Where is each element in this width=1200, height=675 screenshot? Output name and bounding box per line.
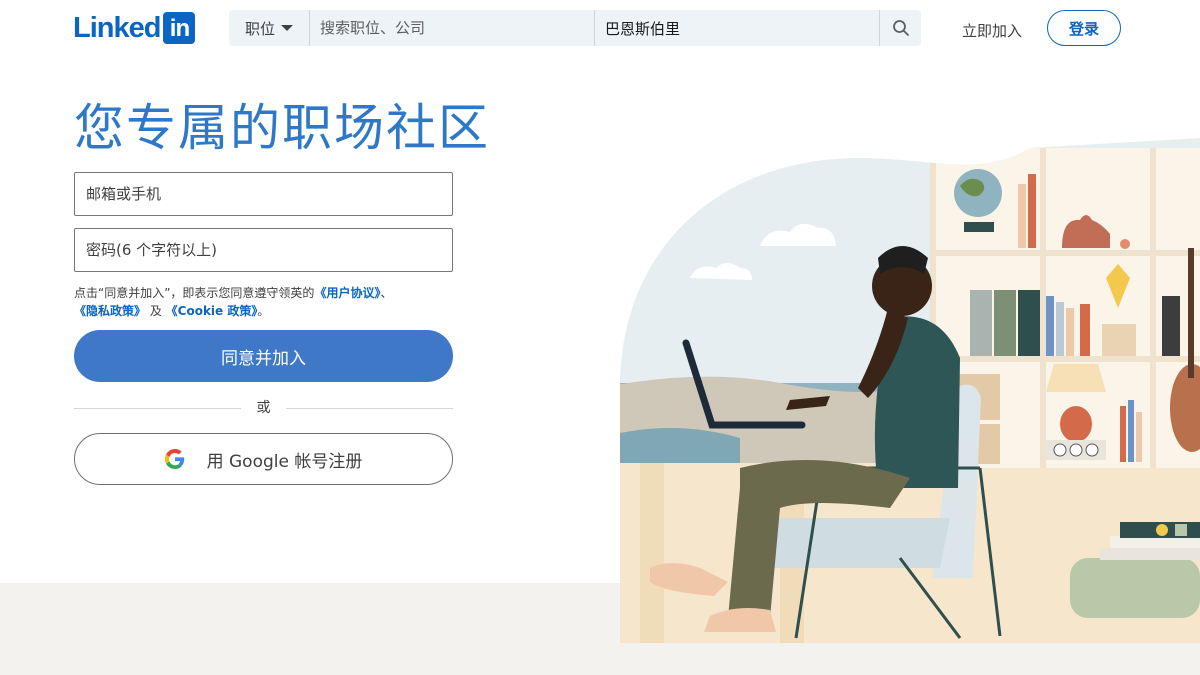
chair-seat: [750, 518, 950, 568]
or-label: 或: [256, 400, 271, 416]
search-button[interactable]: [880, 10, 921, 46]
linkedin-logo[interactable]: Linked in: [73, 11, 196, 44]
terms-and: 及: [146, 304, 166, 318]
cookie-policy-link[interactable]: 《Cookie 政策》: [166, 304, 258, 318]
keyword-search-input[interactable]: [320, 10, 590, 46]
join-now-link[interactable]: 立即加入: [962, 20, 1022, 41]
page-headline: 您专属的职场社区: [74, 99, 490, 157]
header: Linked in 职位 立即加入 登录: [0, 0, 1200, 56]
sign-in-button[interactable]: 登录: [1047, 10, 1121, 46]
logo-box: in: [163, 12, 196, 44]
search-icon: [892, 20, 909, 36]
job-search-bar: 职位: [229, 10, 921, 46]
password-field[interactable]: [74, 228, 453, 272]
terms-end: 。: [257, 304, 270, 318]
google-signup-button[interactable]: 用 Google 帐号注册: [74, 433, 453, 485]
user-agreement-link[interactable]: 《用户协议》: [314, 286, 380, 300]
privacy-policy-link[interactable]: 《隐私政策》: [74, 304, 146, 318]
terms-text: 点击“同意并加入”，即表示您同意遵守领英的《用户协议》、《隐私政策》 及 《Co…: [74, 284, 464, 320]
terms-separator: 、: [380, 286, 393, 300]
agree-and-join-button[interactable]: 同意并加入: [74, 330, 453, 382]
chevron-down-icon: [281, 25, 293, 31]
google-icon: [164, 449, 184, 469]
google-signup-label: 用 Google 帐号注册: [206, 451, 363, 472]
location-search-input[interactable]: [605, 10, 875, 46]
search-divider: [309, 10, 310, 46]
email-or-phone-field[interactable]: [74, 172, 453, 216]
terms-prefix: 点击“同意并加入”，即表示您同意遵守领英的: [74, 286, 315, 300]
logo-text: Linked: [73, 11, 161, 44]
or-divider: 或: [74, 398, 453, 418]
hero-illustration: [620, 138, 1200, 643]
search-category-dropdown[interactable]: 职位: [229, 10, 309, 46]
search-category-label: 职位: [244, 19, 275, 38]
search-divider: [594, 10, 595, 46]
